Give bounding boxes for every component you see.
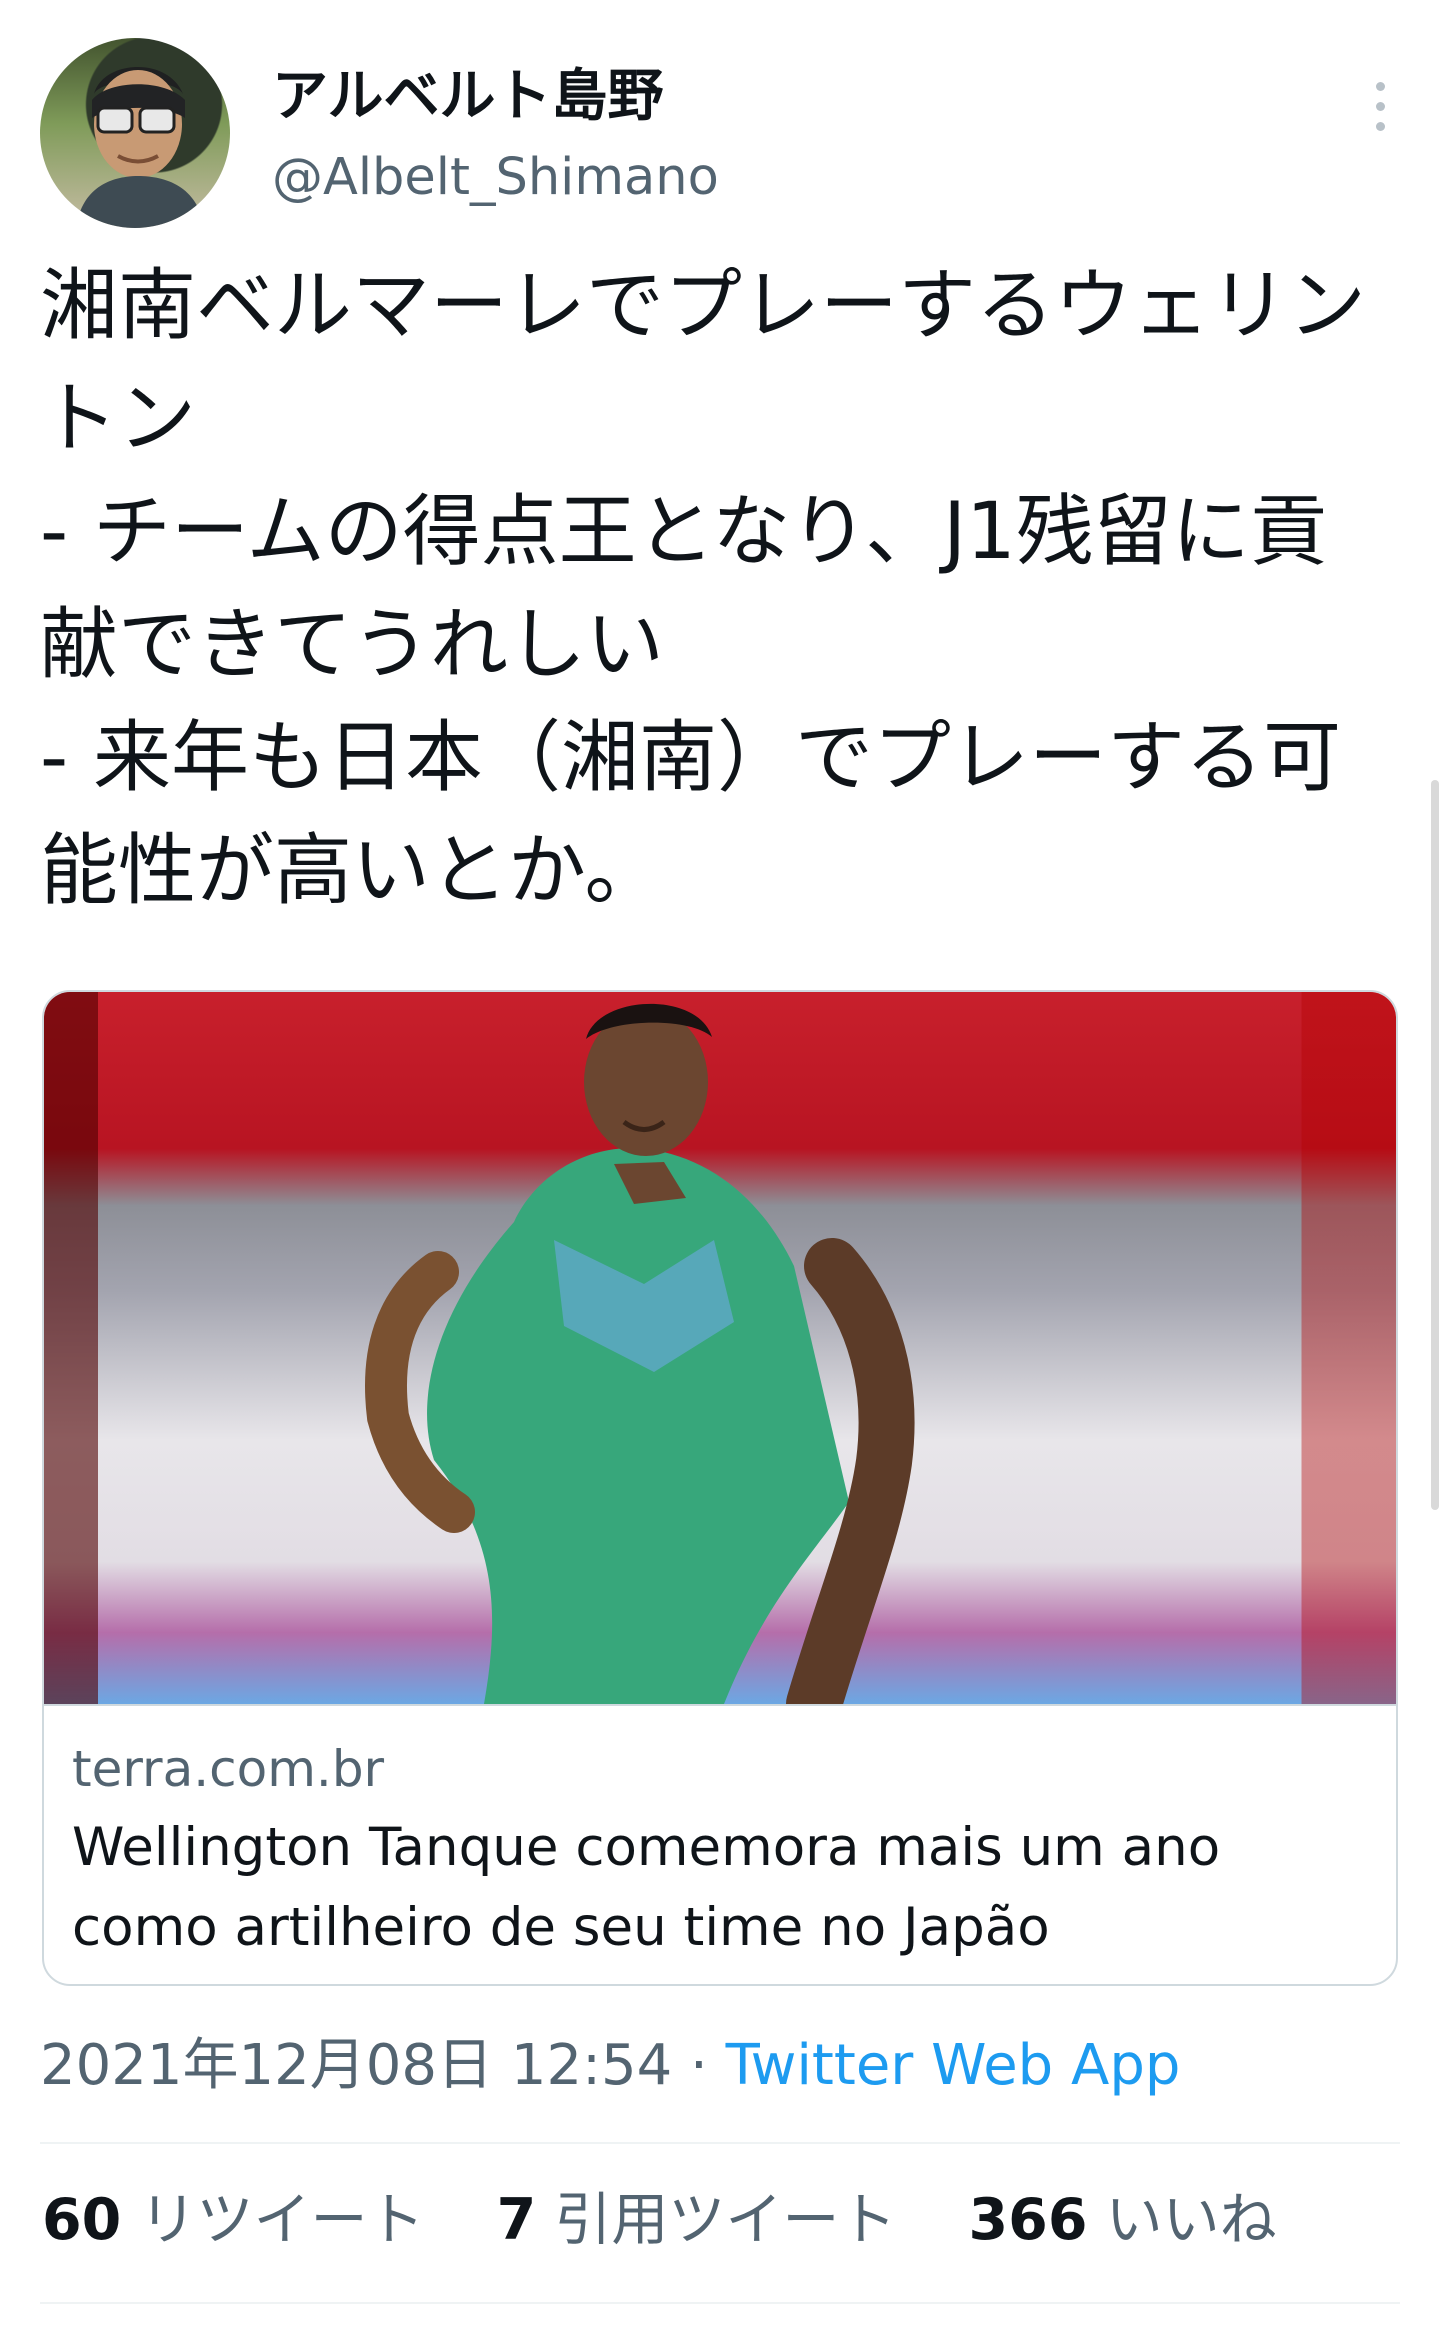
avatar[interactable]: [40, 38, 230, 228]
likes-count: 366: [968, 2187, 1088, 2253]
scrollbar[interactable]: [1431, 780, 1439, 1510]
divider-bottom: [40, 2302, 1400, 2304]
likes-stat[interactable]: 366 いいね: [969, 2180, 1277, 2260]
source-link[interactable]: Twitter Web App: [726, 2033, 1181, 2098]
retweets-stat[interactable]: 60 リツイート: [42, 2180, 424, 2260]
display-name[interactable]: アルベルト島野: [272, 62, 663, 132]
likes-label: いいね: [1105, 2187, 1277, 2253]
retweets-label: リツイート: [139, 2187, 425, 2253]
avatar-image: [76, 66, 204, 228]
quotes-stat[interactable]: 7 引用ツイート: [497, 2180, 897, 2260]
card-image: [44, 992, 1396, 1704]
player-image: [365, 1003, 915, 1704]
user-handle[interactable]: @Albelt_Shimano: [272, 146, 719, 210]
more-options-icon[interactable]: [1360, 66, 1400, 146]
tweet-text: 湘南ベルマーレでプレーするウェリントン - チームの得点王となり、J1残留に貢献…: [40, 261, 1367, 916]
card-meta: terra.com.br Wellington Tanque comemora …: [44, 1704, 1396, 1984]
tweet-header: アルベルト島野 @Albelt_Shimano: [40, 38, 1400, 238]
tweet-timestamp: 2021年12月08日 12:54 · Twitter Web App: [40, 2025, 1180, 2107]
timestamp-text[interactable]: 2021年12月08日 12:54 ·: [40, 2033, 726, 2098]
card-title[interactable]: Wellington Tanque comemora mais um ano c…: [72, 1808, 1352, 1968]
quotes-count: 7: [496, 2187, 537, 2253]
retweets-count: 60: [42, 2187, 122, 2253]
quotes-label: 引用ツイート: [554, 2187, 897, 2253]
dot-icon: [1375, 101, 1385, 111]
card-domain[interactable]: terra.com.br: [72, 1736, 384, 1802]
dot-icon: [1375, 81, 1385, 91]
dot-icon: [1375, 121, 1385, 131]
divider-top: [40, 2142, 1400, 2144]
tweet-stats: 60 リツイート 7 引用ツイート 366 いいね: [42, 2180, 1402, 2260]
link-card[interactable]: terra.com.br Wellington Tanque comemora …: [42, 990, 1398, 1986]
